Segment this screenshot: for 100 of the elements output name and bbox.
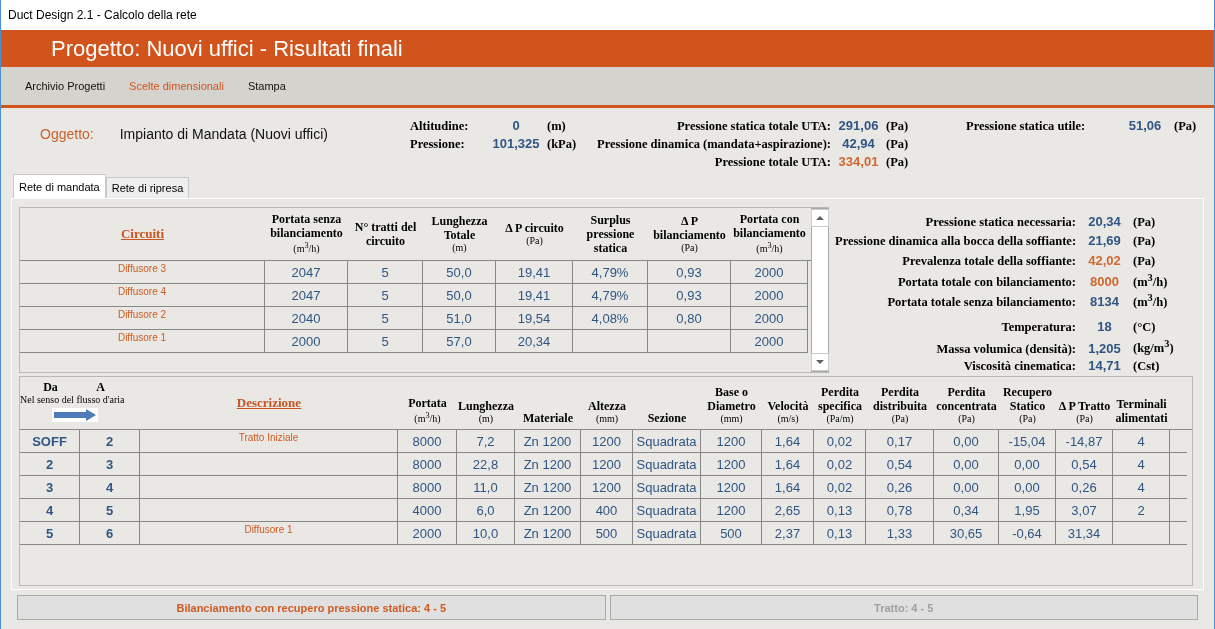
table-cell: 2040 [265, 307, 348, 330]
table-cell: Zn 1200 [515, 522, 581, 545]
table-cell: 50,0 [423, 284, 496, 307]
table-cell: 0,54 [866, 453, 934, 476]
column-header: Perdita specifica [817, 385, 863, 413]
unit-label: (Pa) [886, 119, 910, 134]
table-cell: 0,26 [866, 476, 934, 499]
table-cell: 2000 [265, 330, 348, 353]
table-cell: 31,34 [1056, 522, 1113, 545]
table-cell: 0,26 [1056, 476, 1113, 499]
table-cell: SOFF [20, 430, 80, 453]
field-value: 51,06 [1127, 118, 1163, 133]
column-header: Base o Diametro [706, 385, 757, 413]
column-header: Perdita concentrata [935, 385, 998, 413]
unit-label: (m) [478, 413, 494, 425]
table-cell: Zn 1200 [515, 430, 581, 453]
column-header: Materiale [523, 411, 573, 425]
field-label: Pressione statica totale UTA: [675, 119, 831, 134]
column-header[interactable]: Circuiti [120, 226, 165, 242]
table-cell: 0,00 [934, 430, 999, 453]
unit-label: (m$^{3}$/h) [756, 240, 783, 256]
table-cell: 6,0 [457, 499, 515, 522]
column-header: Da [43, 380, 58, 394]
column-header: Δ P Tratto [1058, 399, 1111, 413]
table-cell: 3,07 [1056, 499, 1113, 522]
column-header: N° tratti del circuito [353, 220, 418, 248]
field-label: Pressione statica necessaria: [924, 215, 1076, 230]
table-cell: Squadrata [633, 430, 701, 453]
unit-label: (m) [452, 242, 467, 254]
field-label: Pressione dinamica alla bocca della soffiante: [835, 234, 1076, 250]
field-label: Portata totale senza bilanciamento: [886, 294, 1076, 310]
arrow-icon [52, 408, 98, 422]
table-cell: 4,08% [573, 307, 648, 330]
field-value: 20,34 [1087, 214, 1122, 229]
tab[interactable]: Rete di ripresa [105, 177, 190, 198]
table-cell: 500 [701, 522, 762, 545]
table-cell: 0,93 [648, 261, 731, 284]
table-cell: 2000 [731, 261, 808, 284]
table-cell: Squadrata [633, 476, 701, 499]
table-cell: 4 [1113, 476, 1170, 499]
field-label: Pressione: [410, 137, 466, 152]
table-cell: 10,0 [457, 522, 515, 545]
field-label: Massa volumica (densità): [935, 341, 1076, 357]
table-cell: 19,41 [496, 261, 573, 284]
tab[interactable]: Rete di mandata [13, 174, 106, 198]
column-header: A [96, 380, 105, 394]
field-label: Pressione statica utile: [966, 119, 1087, 134]
field-label: Prevalenza totale della soffiante: [901, 253, 1076, 269]
scrollbar[interactable] [811, 208, 829, 372]
scroll-up-icon[interactable] [811, 209, 829, 227]
table-cell: 400 [581, 499, 633, 522]
table-cell: 2 [20, 453, 80, 476]
column-header: Surplus pressione statica [585, 213, 636, 255]
status-button[interactable]: Bilanciamento con recupero pressione statica: 4 - 5 [17, 595, 606, 620]
table-cell: 5 [348, 284, 423, 307]
unit-label: (Pa) [1174, 119, 1198, 134]
menu-item[interactable]: Stampa [247, 80, 286, 92]
field-value: 14,71 [1087, 357, 1122, 373]
unit-label: (m$^{3}$/h) [414, 409, 441, 425]
menu-item[interactable]: Archivio Progetti [25, 80, 106, 92]
table-cell: -15,04 [999, 430, 1056, 453]
unit-label: (°C) [1133, 319, 1157, 335]
flow-note: Nel senso del flusso d'aria [20, 394, 125, 405]
table-cell: Diffusore 1 [140, 522, 398, 545]
table-cell: 11,0 [457, 476, 515, 499]
field-label: Viscosità cinematica: [962, 358, 1076, 374]
unit-label: (Pa) [886, 137, 910, 152]
table-cell: 2000 [731, 330, 808, 353]
object-label: Oggetto: [40, 126, 94, 142]
table-cell: 1200 [701, 430, 762, 453]
table-cell: 2,65 [762, 499, 814, 522]
table-cell: 2000 [731, 307, 808, 330]
table-cell: Tratto Iniziale [140, 430, 398, 453]
table-cell: 1200 [701, 499, 762, 522]
column-header: Lunghezza [458, 399, 514, 413]
column-header[interactable]: Descrizione [236, 395, 302, 411]
menu-item[interactable]: Scelte dimensionali [129, 80, 224, 92]
table-cell: Squadrata [633, 499, 701, 522]
unit-label: (m) [547, 119, 567, 134]
table-cell: 4000 [398, 499, 457, 522]
unit-label: (Pa) [526, 235, 543, 247]
table-cell: 0,54 [1056, 453, 1113, 476]
unit-label: (m$^{3}$/h) [1133, 291, 1169, 310]
table-cell: 6 [80, 522, 140, 545]
table-cell: -14,87 [1056, 430, 1113, 453]
table-cell: 1,33 [866, 522, 934, 545]
column-header: Terminali alimentati [1114, 397, 1169, 425]
field-label: Temperatura: [1000, 319, 1076, 335]
unit-label: (kg/m$^{3}$) [1133, 338, 1175, 357]
table-cell: 1,64 [762, 476, 814, 499]
scroll-down-icon[interactable] [811, 353, 829, 371]
table-cell: 5 [348, 261, 423, 284]
table-cell: 0,02 [814, 453, 866, 476]
table-cell: 5 [348, 307, 423, 330]
field-label: Pressione totale UTA: [713, 155, 831, 170]
unit-label: (mm) [720, 413, 743, 425]
unit-label: (Pa) [1133, 253, 1157, 269]
table-cell: 0,78 [866, 499, 934, 522]
unit-label: (kPa) [547, 137, 578, 152]
table-cell: 0,02 [814, 476, 866, 499]
